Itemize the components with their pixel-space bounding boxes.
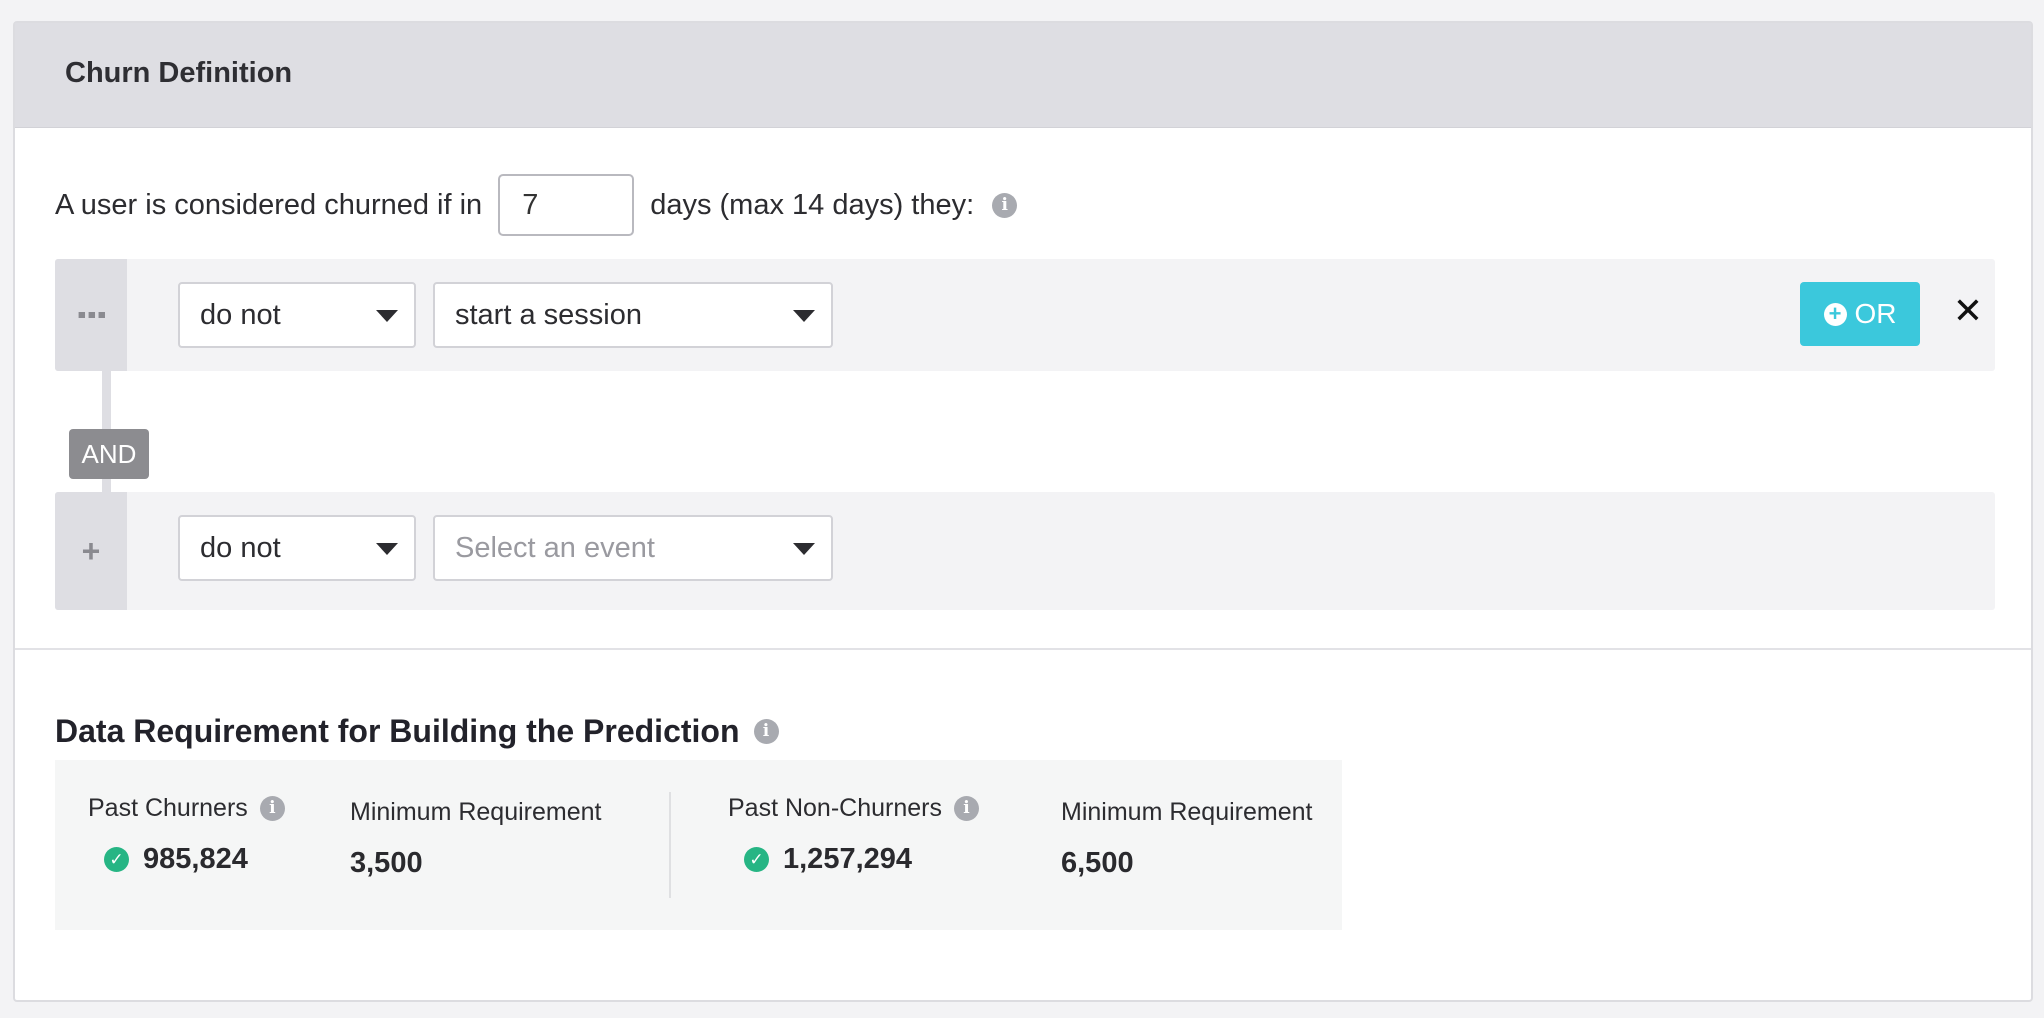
rule-row: + do not Select an event	[55, 492, 1995, 610]
column-divider	[669, 792, 671, 898]
close-icon[interactable]: ✕	[1948, 289, 1988, 333]
churn-definition-panel: Churn Definition A user is considered ch…	[13, 21, 2033, 1002]
event-select[interactable]: start a session	[433, 282, 833, 348]
minimum-requirement-label: Minimum Requirement	[1061, 797, 1313, 826]
churn-suffix-text: days (max 14 days) they:	[650, 188, 975, 221]
past-non-churners-value: 1,257,294	[783, 842, 913, 875]
qualifier-select[interactable]: do not	[178, 282, 416, 348]
caret-down-icon	[376, 310, 398, 322]
add-or-button[interactable]: + OR	[1800, 282, 1920, 346]
caret-down-icon	[793, 543, 815, 555]
caret-down-icon	[793, 310, 815, 322]
section-divider	[15, 648, 2031, 650]
qualifier-select[interactable]: do not	[178, 515, 416, 581]
and-badge: AND	[69, 429, 149, 479]
churn-days-sentence: A user is considered churned if in days …	[55, 173, 1018, 237]
event-placeholder: Select an event	[455, 531, 655, 564]
past-non-churners-label: Past Non-Churners	[728, 793, 942, 822]
days-input[interactable]	[498, 174, 635, 236]
panel-header: Churn Definition	[15, 23, 2031, 128]
churn-prefix-text: A user is considered churned if in	[55, 188, 483, 221]
qualifier-value: do not	[200, 298, 281, 331]
data-requirement-title-text: Data Requirement for Building the Predic…	[55, 713, 740, 749]
non-churners-minimum-stat: Minimum Requirement 6,500	[1061, 797, 1312, 881]
past-churners-label: Past Churners	[88, 793, 248, 822]
add-rule-handle[interactable]: +	[55, 492, 127, 610]
info-icon[interactable]: i	[753, 719, 779, 744]
rule-row: ⋮ do not start a session + OR ✕	[55, 259, 1995, 371]
check-circle-icon: ✓	[744, 846, 769, 872]
info-icon[interactable]: i	[259, 795, 285, 821]
past-churners-value: 985,824	[143, 842, 248, 875]
event-value: start a session	[455, 298, 642, 331]
caret-down-icon	[376, 543, 398, 555]
qualifier-value: do not	[200, 531, 281, 564]
check-circle-icon: ✓	[104, 846, 129, 872]
info-icon[interactable]: i	[992, 192, 1018, 218]
requirement-summary: Past Churners i ✓ 985,824 Minimum Requir…	[55, 760, 1342, 930]
event-select[interactable]: Select an event	[433, 515, 833, 581]
past-churners-stat: Past Churners i ✓ 985,824	[88, 793, 285, 877]
churners-minimum-stat: Minimum Requirement 3,500	[350, 797, 601, 881]
plus-icon: +	[81, 532, 101, 569]
minimum-requirement-value: 3,500	[350, 846, 423, 879]
plus-circle-icon: +	[1823, 302, 1847, 326]
past-non-churners-stat: Past Non-Churners i ✓ 1,257,294	[728, 793, 979, 877]
minimum-requirement-value: 6,500	[1061, 846, 1134, 879]
panel-title: Churn Definition	[65, 57, 293, 89]
data-requirement-title: Data Requirement for Building the Predic…	[55, 713, 779, 750]
minimum-requirement-label: Minimum Requirement	[350, 797, 602, 826]
or-button-label: OR	[1854, 298, 1897, 329]
info-icon[interactable]: i	[953, 795, 979, 821]
drag-handle-icon[interactable]: ⋮	[55, 259, 127, 371]
